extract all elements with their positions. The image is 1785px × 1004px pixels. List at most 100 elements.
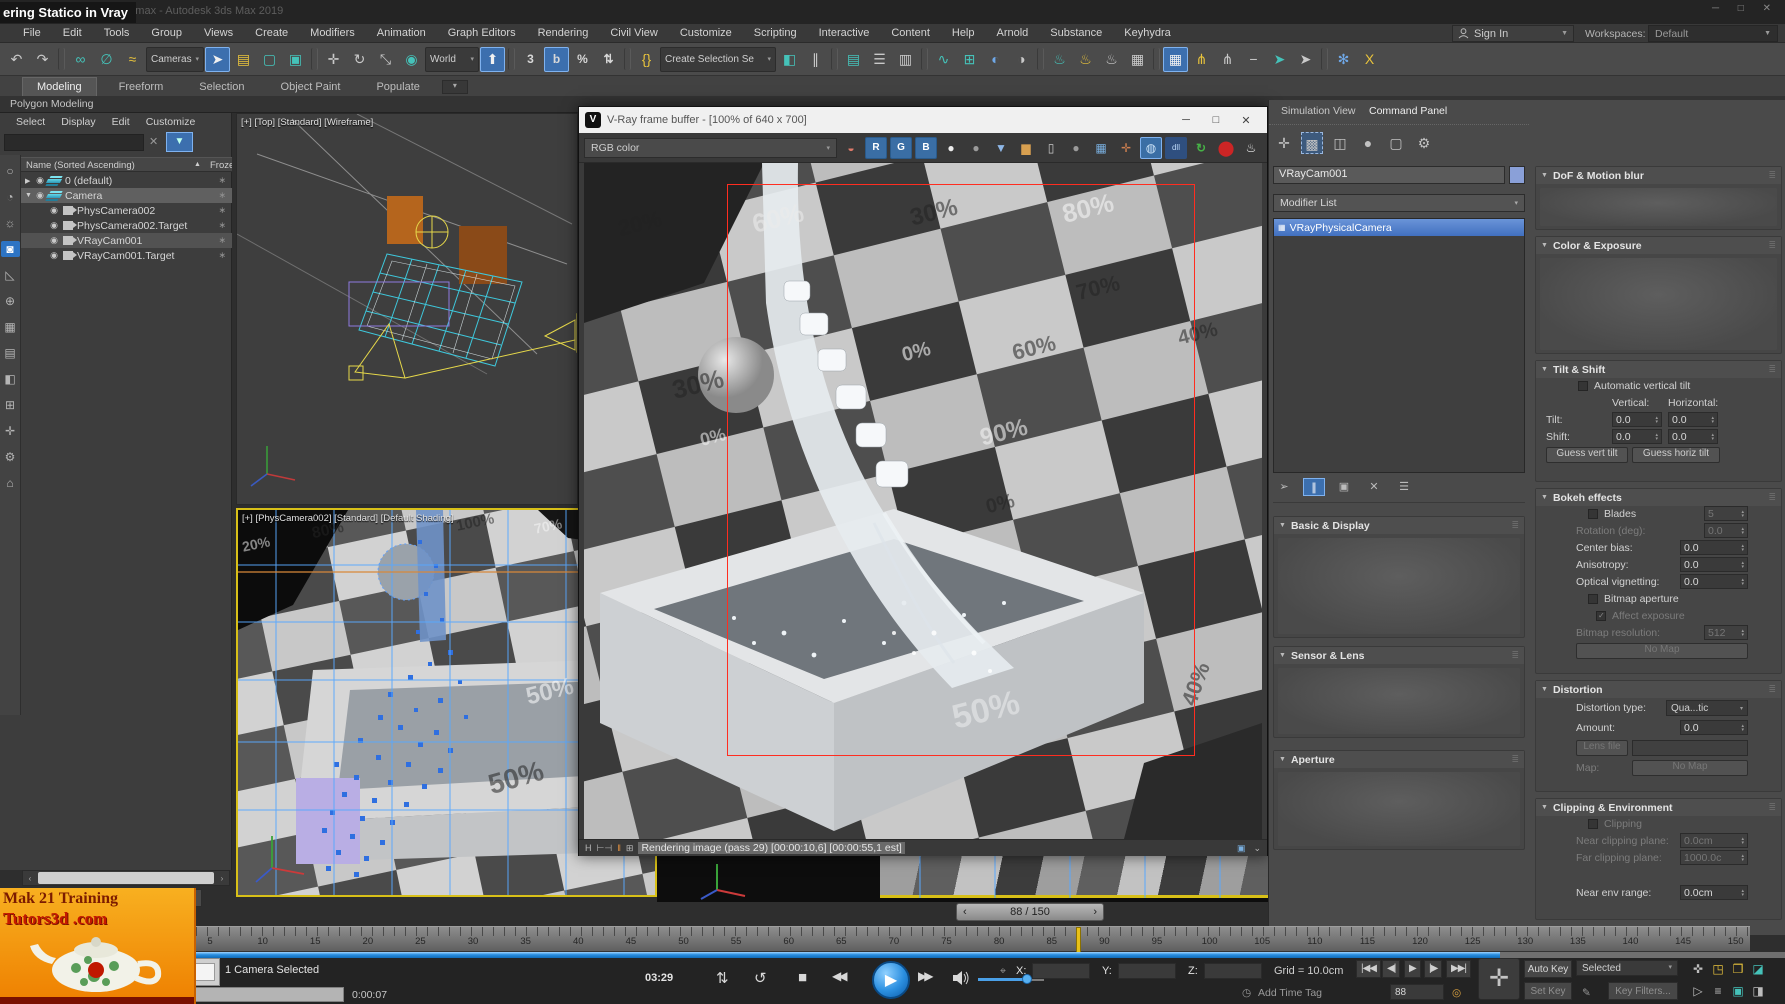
vfb-tool-icon[interactable]: dll bbox=[1165, 136, 1187, 159]
far-clipping-spinner[interactable]: 1000.0c bbox=[1680, 850, 1748, 865]
maximize-icon[interactable]: □ bbox=[1201, 114, 1231, 127]
vfb-tool-icon[interactable]: ● bbox=[1065, 137, 1087, 159]
menu-item[interactable]: Interactive bbox=[808, 25, 881, 41]
stack-tool-icon[interactable]: ▣ bbox=[1333, 478, 1355, 496]
viewport-label[interactable]: [+] [PhysCamera002] [Standard] [Default … bbox=[242, 513, 454, 524]
play-button[interactable]: ▶ bbox=[872, 961, 910, 999]
scrollbar-thumb[interactable] bbox=[38, 872, 214, 884]
z-coordinate-field[interactable] bbox=[1204, 963, 1262, 979]
rollout-header[interactable]: ▼ Sensor & Lens ≣ bbox=[1274, 647, 1524, 664]
toolbar-icon[interactable]: ▣ bbox=[283, 47, 308, 72]
object-name[interactable]: Camera bbox=[65, 190, 102, 202]
menu-item[interactable]: Animation bbox=[366, 25, 437, 41]
object-name[interactable]: 0 (default) bbox=[65, 175, 112, 187]
frozen-icon[interactable]: ∗ bbox=[218, 250, 226, 261]
toolbar-icon[interactable]: ♨ bbox=[1047, 47, 1072, 72]
center-bias-spinner[interactable]: 0.0 bbox=[1680, 540, 1748, 555]
side-tool-icon[interactable]: ▤ bbox=[1, 345, 20, 361]
toolbar-icon[interactable]: ✻ bbox=[1331, 47, 1356, 72]
rollout-header[interactable]: ▼ Aperture ≣ bbox=[1274, 751, 1524, 768]
toolbar-icon[interactable] bbox=[311, 48, 318, 70]
next-frame-button[interactable]: |▶ bbox=[1424, 960, 1443, 978]
status-tool-icon[interactable]: ❒ bbox=[1728, 960, 1748, 978]
frozen-icon[interactable]: ∗ bbox=[218, 235, 226, 246]
workspace-select[interactable]: Default ▼ bbox=[1648, 25, 1778, 42]
vignetting-spinner[interactable]: 0.0 bbox=[1680, 574, 1748, 589]
toolbar-icon[interactable]: ▤ bbox=[841, 47, 866, 72]
rotation-spinner[interactable]: 0.0 bbox=[1704, 523, 1748, 538]
scroll-left-icon[interactable]: ‹ bbox=[23, 874, 37, 883]
play-animation-button[interactable]: ▶ bbox=[1404, 960, 1421, 978]
side-tool-icon[interactable]: ◧ bbox=[1, 371, 20, 387]
x-coordinate-field[interactable] bbox=[1032, 963, 1090, 979]
blades-checkbox[interactable] bbox=[1588, 509, 1598, 519]
bokeh-no-map-button[interactable]: No Map bbox=[1576, 643, 1748, 659]
toolbar-icon[interactable]: ▤ bbox=[231, 47, 256, 72]
side-tool-icon[interactable]: ⊞ bbox=[1, 397, 20, 413]
object-name[interactable]: PhysCamera002 bbox=[77, 205, 155, 217]
ribbon-tab[interactable]: Object Paint bbox=[267, 78, 355, 96]
current-frame-marker[interactable] bbox=[1076, 927, 1081, 953]
prev-frame-icon[interactable]: ‹ bbox=[963, 906, 967, 918]
panel-category-icon[interactable]: ● bbox=[1357, 132, 1379, 154]
menu-item[interactable]: Customize bbox=[669, 25, 743, 41]
menu-item[interactable]: Modifiers bbox=[299, 25, 366, 41]
toolbar-icon[interactable]: ⇅ bbox=[596, 47, 621, 72]
object-color-swatch[interactable] bbox=[1509, 166, 1525, 184]
toolbar-icon[interactable] bbox=[1153, 48, 1160, 70]
toolbar-icon[interactable]: ▥ bbox=[893, 47, 918, 72]
menu-item[interactable]: Graph Editors bbox=[437, 25, 527, 41]
rewind-icon[interactable]: ◀◀ bbox=[832, 969, 848, 983]
side-tool-icon[interactable]: ✛ bbox=[1, 423, 20, 439]
toolbar-icon[interactable]: b bbox=[544, 46, 569, 72]
side-tool-icon[interactable]: ▦ bbox=[1, 319, 20, 335]
shift-horizontal-spinner[interactable]: 0.0 bbox=[1668, 429, 1718, 444]
toolbar-icon[interactable]: World bbox=[425, 46, 479, 72]
status-tool-icon[interactable]: ✜ bbox=[1688, 960, 1708, 978]
window-controls[interactable]: ─ □ ✕ bbox=[1712, 3, 1779, 14]
toolbar-icon[interactable]: ◑ bbox=[1009, 47, 1034, 72]
distortion-type-dropdown[interactable]: Qua...tic bbox=[1666, 700, 1748, 716]
stack-tool-icon[interactable]: ☰ bbox=[1393, 478, 1415, 496]
anisotropy-spinner[interactable]: 0.0 bbox=[1680, 557, 1748, 572]
menu-item[interactable]: Substance bbox=[1039, 25, 1113, 41]
toolbar-icon[interactable]: ➤ bbox=[1293, 47, 1318, 72]
set-key-filters-icon[interactable]: ✎ bbox=[1582, 987, 1591, 999]
tab-simulation-view[interactable]: Simulation View bbox=[1281, 105, 1356, 117]
near-env-range-spinner[interactable]: 0.0cm bbox=[1680, 885, 1748, 900]
toolbar-icon[interactable]: ✛ bbox=[321, 47, 346, 72]
frozen-icon[interactable]: ∗ bbox=[218, 205, 226, 216]
visibility-eye-icon[interactable]: ◉ bbox=[33, 190, 47, 201]
vfb-tool-icon[interactable]: ◒ bbox=[840, 137, 862, 159]
expand-icon[interactable]: ▣ bbox=[1237, 843, 1246, 854]
sign-in-button[interactable]: Sign In ▼ bbox=[1452, 25, 1574, 42]
shuffle-icon[interactable]: ⇅ bbox=[716, 969, 729, 987]
menu-item[interactable]: Civil View bbox=[599, 25, 668, 41]
vfb-title-bar[interactable]: V V-Ray frame buffer - [100% of 640 x 70… bbox=[579, 107, 1267, 133]
set-key-button[interactable]: Set Key bbox=[1524, 982, 1572, 1000]
toolbar-icon[interactable]: 3 bbox=[518, 47, 543, 72]
explorer-hscrollbar[interactable]: ‹ › bbox=[22, 870, 230, 886]
add-time-tag[interactable]: Add Time Tag bbox=[1258, 987, 1322, 999]
vfb-tool-icon[interactable]: ↻ bbox=[1190, 137, 1212, 159]
loop-icon[interactable]: ↺ bbox=[754, 969, 767, 987]
toolbar-icon[interactable]: Create Selection Se bbox=[660, 46, 776, 72]
distortion-amount-spinner[interactable]: 0.0 bbox=[1680, 720, 1748, 735]
side-tool-icon[interactable]: ⊕ bbox=[1, 293, 20, 309]
toolbar-icon[interactable]: ↷ bbox=[30, 47, 55, 72]
rollout-header[interactable]: ▼ DoF & Motion blur ≣ bbox=[1536, 167, 1781, 184]
distortion-no-map-button[interactable]: No Map bbox=[1632, 760, 1748, 776]
explorer-row[interactable]: ◉ PhysCamera002.Target ∗ bbox=[21, 218, 232, 233]
guess-vert-tilt-button[interactable]: Guess vert tilt bbox=[1546, 447, 1628, 463]
toolbar-icon[interactable] bbox=[624, 48, 631, 70]
panel-category-icon[interactable]: ✛ bbox=[1273, 132, 1295, 154]
frozen-column-header[interactable]: Frozen bbox=[210, 160, 232, 171]
frozen-icon[interactable]: ∗ bbox=[218, 220, 226, 231]
key-mode-icon[interactable]: ◎ bbox=[1452, 987, 1461, 999]
status-tool-icon[interactable]: ≡ bbox=[1708, 982, 1728, 1000]
side-tool-icon[interactable]: ⌂ bbox=[1, 475, 20, 491]
toolbar-icon[interactable]: ⬆ bbox=[480, 46, 505, 72]
stack-tool-icon[interactable]: ➢ bbox=[1273, 478, 1295, 496]
toolbar-icon[interactable]: ∥ bbox=[803, 47, 828, 72]
rollout-header[interactable]: ▼ Bokeh effects ≣ bbox=[1536, 489, 1781, 506]
